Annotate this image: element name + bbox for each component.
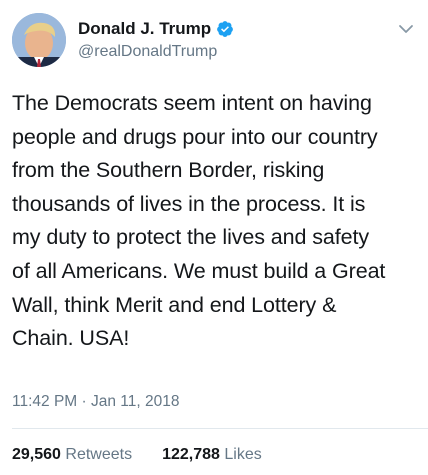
tweet-text: The Democrats seem intent on having peop… [12, 87, 422, 356]
author-name-row: Donald J. Trump [78, 19, 234, 39]
author-display-name[interactable]: Donald J. Trump [78, 19, 211, 39]
avatar-image [12, 13, 66, 67]
chevron-down-icon[interactable] [398, 22, 414, 34]
likes-stat[interactable]: 122,788 Likes [162, 446, 262, 464]
tweet-text-line: thousands of lives in the process. It is [12, 191, 366, 216]
avatar[interactable] [12, 13, 66, 67]
tweet-text-line: people and drugs pour into our country [12, 124, 378, 149]
divider [12, 428, 428, 429]
retweets-count: 29,560 [12, 446, 61, 463]
tweet-text-line: Wall, think Merit and end Lottery & [12, 292, 337, 317]
likes-count: 122,788 [162, 446, 220, 463]
tweet-card: Donald J. Trump @realDonaldTrump The Dem… [0, 0, 428, 475]
tweet-timestamp[interactable]: 11:42 PM · Jan 11, 2018 [12, 393, 179, 411]
tweet-text-line: Chain. USA! [12, 326, 130, 351]
likes-label: Likes [224, 446, 262, 463]
tweet-text-line: from the Southern Border, risking [12, 158, 325, 183]
tweet-text-line: The Democrats seem intent on having [12, 91, 372, 115]
tweet-text-line: my duty to protect the lives and safety [12, 225, 370, 250]
tweet-stats: 29,560 Retweets 122,788 Likes [12, 446, 292, 464]
retweets-label: Retweets [65, 446, 133, 463]
tweet-text-line: of all Americans. We must build a Great [12, 258, 386, 283]
author-handle[interactable]: @realDonaldTrump [78, 43, 217, 61]
verified-badge-icon [216, 20, 234, 38]
retweets-stat[interactable]: 29,560 Retweets [12, 446, 132, 464]
